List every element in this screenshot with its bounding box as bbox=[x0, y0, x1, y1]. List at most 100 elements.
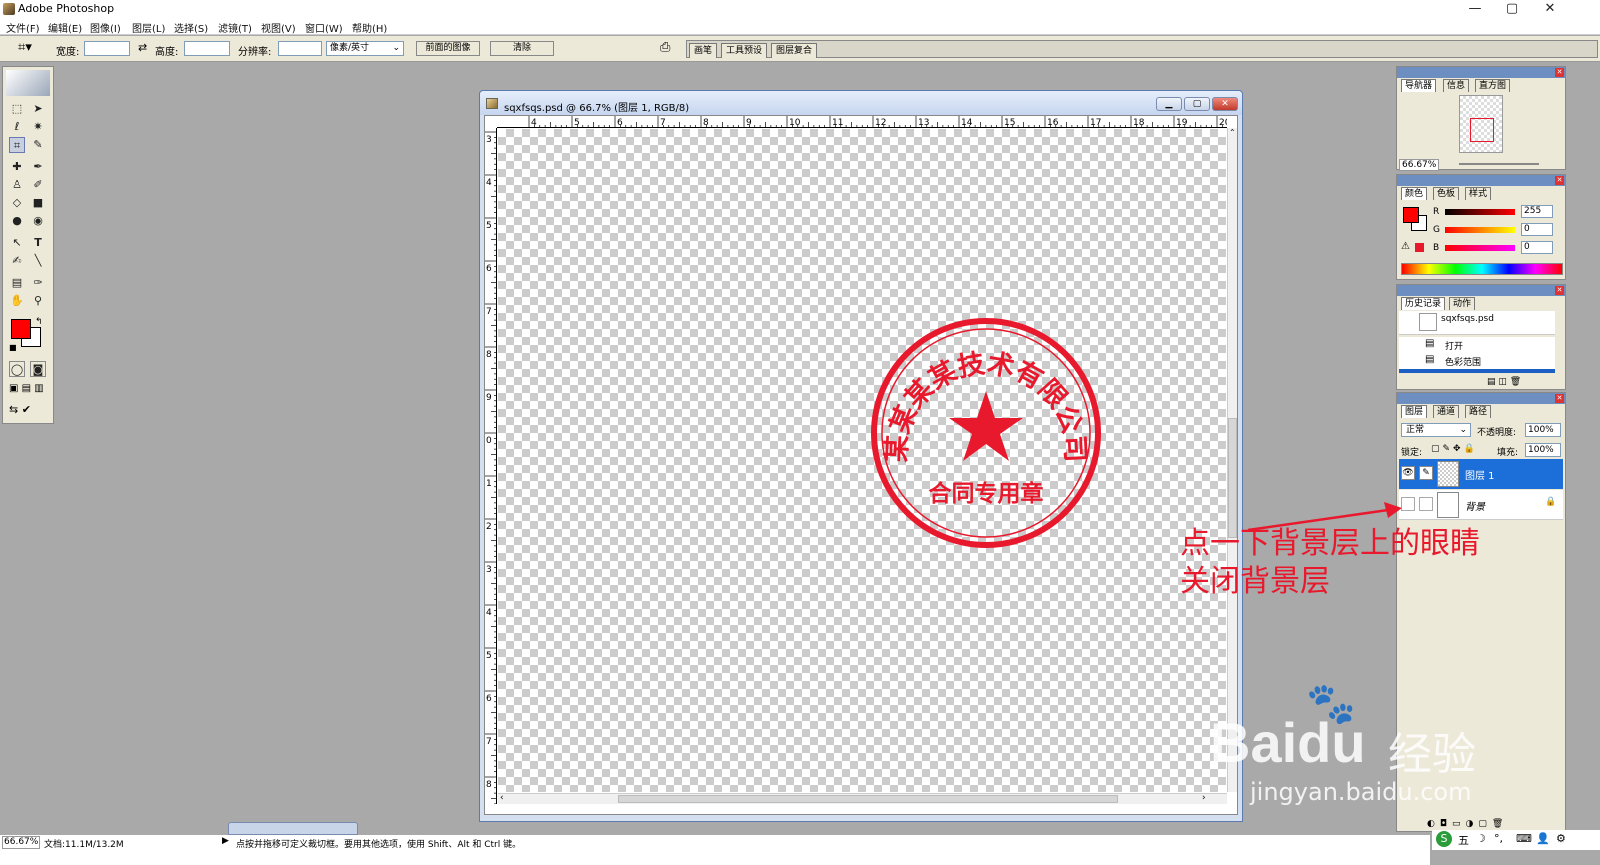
doc-minimize-button[interactable]: ▁ bbox=[1156, 97, 1182, 111]
marquee-tool-icon[interactable]: ⬚ bbox=[9, 101, 25, 117]
quick-mask-icon[interactable]: ◙ bbox=[30, 361, 46, 377]
history-item[interactable]: ▤ 色彩范围 bbox=[1399, 353, 1555, 369]
status-zoom[interactable]: 66.67% bbox=[2, 836, 40, 849]
dodge-tool-icon[interactable]: ◉ bbox=[30, 213, 46, 229]
tab-paths[interactable]: 路径 bbox=[1465, 405, 1492, 418]
pen-tool-icon[interactable]: ✍ bbox=[9, 253, 25, 269]
status-arrow-icon[interactable]: ▶ bbox=[222, 836, 229, 846]
scroll-up-icon[interactable]: ⌃ bbox=[1229, 128, 1236, 137]
tab-histogram[interactable]: 直方图 bbox=[1475, 79, 1511, 92]
scrollbar-thumb[interactable] bbox=[618, 795, 1118, 803]
keyboard-icon[interactable]: ⌨ bbox=[1516, 832, 1532, 845]
layers-footer-icons[interactable]: ◐◘▭◑▢🗑 bbox=[1427, 819, 1508, 829]
tab-info[interactable]: 信息 bbox=[1443, 79, 1470, 92]
menu-edit[interactable]: 编辑(E) bbox=[48, 20, 82, 35]
move-tool-icon[interactable]: ➤ bbox=[30, 101, 46, 117]
scroll-right-icon[interactable]: › bbox=[1202, 793, 1206, 803]
healing-brush-icon[interactable]: ✚ bbox=[9, 159, 25, 175]
front-image-button[interactable]: 前面的图像 bbox=[416, 41, 480, 56]
foreground-color-swatch[interactable] bbox=[11, 319, 31, 339]
standard-mode-icon[interactable]: ◯ bbox=[9, 361, 25, 377]
history-selected-item[interactable] bbox=[1399, 369, 1555, 373]
panel-close-icon[interactable]: ✕ bbox=[1555, 394, 1564, 403]
g-slider[interactable] bbox=[1445, 227, 1515, 233]
ime-logo-icon[interactable]: S bbox=[1436, 831, 1452, 847]
opacity-input[interactable]: 100% bbox=[1525, 423, 1561, 437]
clone-stamp-icon[interactable]: ♙ bbox=[9, 177, 25, 193]
zoom-slider[interactable] bbox=[1459, 163, 1539, 165]
doc-maximize-button[interactable]: ▢ bbox=[1184, 97, 1210, 111]
transparent-canvas[interactable]: 某某某某技术有限公司 合同专用章 bbox=[498, 129, 1226, 792]
lasso-tool-icon[interactable]: ℓ bbox=[9, 119, 25, 135]
navigator-thumbnail[interactable] bbox=[1459, 95, 1503, 153]
zoom-tool-icon[interactable]: ⚲ bbox=[30, 293, 46, 309]
jump-to-imageready-icon[interactable]: ⇆ ✔ bbox=[9, 403, 31, 416]
eye-visibility-icon[interactable]: 👁 bbox=[1401, 466, 1415, 480]
lock-icons[interactable]: ▢✎✥🔒 bbox=[1431, 444, 1478, 454]
ime-mode-five[interactable]: 五 bbox=[1458, 832, 1469, 848]
layer-name[interactable]: 背景 bbox=[1465, 498, 1485, 513]
tab-brushes[interactable]: 画笔 bbox=[689, 43, 718, 58]
blend-mode-select[interactable]: 正常 ⌄ bbox=[1401, 423, 1471, 437]
blur-tool-icon[interactable]: ● bbox=[9, 213, 25, 229]
brush-link-icon[interactable]: ✎ bbox=[1419, 466, 1433, 480]
path-selection-icon[interactable]: ↖ bbox=[9, 235, 25, 251]
doc-close-button[interactable]: ✕ bbox=[1212, 97, 1238, 111]
tab-channels[interactable]: 通道 bbox=[1433, 405, 1460, 418]
settings-icon[interactable]: ⚙ bbox=[1556, 832, 1566, 845]
layer-row-background[interactable]: 背景 🔒 bbox=[1399, 490, 1563, 520]
tab-tool-presets[interactable]: 工具预设 bbox=[721, 43, 768, 58]
moon-icon[interactable]: ☽ bbox=[1476, 832, 1486, 845]
panel-close-icon[interactable]: ✕ bbox=[1555, 68, 1564, 77]
minimized-doc-tab[interactable] bbox=[228, 822, 358, 835]
line-tool-icon[interactable]: ╲ bbox=[30, 253, 46, 269]
menu-select[interactable]: 选择(S) bbox=[174, 20, 208, 35]
tab-layer-comps[interactable]: 图层复合 bbox=[771, 43, 818, 58]
history-snapshot-row[interactable]: sqxfsqs.psd bbox=[1399, 311, 1555, 335]
history-footer-icons[interactable]: ▤ ◫ 🗑 bbox=[1487, 377, 1521, 387]
menu-file[interactable]: 文件(F) bbox=[6, 20, 40, 35]
menu-view[interactable]: 视图(V) bbox=[261, 20, 296, 35]
navigator-view-box[interactable] bbox=[1470, 118, 1494, 142]
tab-navigator[interactable]: 导航器 bbox=[1401, 79, 1437, 92]
height-input[interactable] bbox=[184, 41, 230, 56]
b-value[interactable]: 0 bbox=[1521, 241, 1553, 254]
close-button[interactable]: ✕ bbox=[1535, 0, 1565, 18]
tab-swatches[interactable]: 色板 bbox=[1433, 187, 1460, 200]
punctuation-icon[interactable]: °, bbox=[1494, 832, 1503, 845]
minimize-button[interactable]: — bbox=[1460, 0, 1490, 18]
scroll-left-icon[interactable]: ‹ bbox=[500, 793, 504, 803]
eyedropper-tool-icon[interactable]: ✑ bbox=[30, 275, 46, 291]
swap-colors-icon[interactable]: ↰ bbox=[35, 317, 43, 327]
color-spectrum-bar[interactable] bbox=[1401, 263, 1563, 275]
clear-button[interactable]: 清除 bbox=[490, 41, 554, 56]
r-value[interactable]: 255 bbox=[1521, 205, 1553, 218]
brush-link-icon[interactable] bbox=[1419, 497, 1433, 511]
crop-tool-icon[interactable]: ⌗ bbox=[9, 137, 25, 153]
layer-row-layer1[interactable]: 👁 ✎ 图层 1 bbox=[1399, 459, 1563, 489]
gradient-tool-icon[interactable]: ■ bbox=[30, 195, 46, 211]
user-icon[interactable]: 👤 bbox=[1536, 832, 1550, 845]
maximize-button[interactable]: ▢ bbox=[1497, 0, 1527, 18]
r-slider[interactable] bbox=[1445, 209, 1515, 215]
brush-tool-icon[interactable]: ✒ bbox=[30, 159, 46, 175]
notes-tool-icon[interactable]: ▤ bbox=[9, 275, 25, 291]
default-colors-icon[interactable]: ■ bbox=[9, 343, 17, 352]
hand-tool-icon[interactable]: ✋ bbox=[9, 293, 25, 309]
screen-mode-icons[interactable]: ▣ ▤ ▥ bbox=[9, 383, 44, 394]
navigator-zoom[interactable]: 66.67% bbox=[1399, 159, 1440, 171]
width-input[interactable] bbox=[84, 41, 130, 56]
panel-close-icon[interactable]: ✕ bbox=[1555, 286, 1564, 295]
vertical-scrollbar[interactable]: ⌃ bbox=[1227, 128, 1237, 792]
fill-input[interactable]: 100% bbox=[1525, 443, 1561, 457]
history-brush-icon[interactable]: ✐ bbox=[30, 177, 46, 193]
layer-name[interactable]: 图层 1 bbox=[1465, 467, 1495, 482]
horizontal-scrollbar[interactable]: ‹ › bbox=[498, 793, 1227, 804]
menu-window[interactable]: 窗口(W) bbox=[305, 20, 343, 35]
tab-color[interactable]: 颜色 bbox=[1401, 187, 1428, 200]
magic-wand-tool-icon[interactable]: ✷ bbox=[30, 119, 46, 135]
feather-logo-icon[interactable] bbox=[6, 70, 50, 96]
panel-close-icon[interactable]: ✕ bbox=[1555, 176, 1564, 185]
resolution-input[interactable] bbox=[278, 41, 322, 56]
tab-styles[interactable]: 样式 bbox=[1465, 187, 1492, 200]
